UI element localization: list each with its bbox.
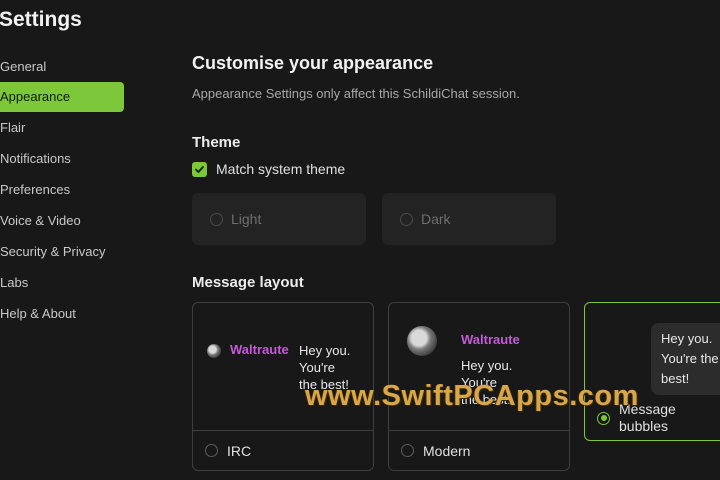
sidebar-item-flair[interactable]: Flair <box>0 113 124 143</box>
sidebar-item-label: Preferences <box>0 182 71 197</box>
theme-option-label: Dark <box>421 211 451 227</box>
sidebar-item-preferences[interactable]: Preferences <box>0 175 124 205</box>
theme-heading: Theme <box>192 134 241 151</box>
sidebar-item-label: Appearance <box>0 89 71 104</box>
light-radio[interactable] <box>210 212 223 226</box>
sidebar-item-labs[interactable]: Labs <box>0 268 124 298</box>
sidebar-item-label: Flair <box>0 120 26 135</box>
sidebar-item-label: Security & Privacy <box>0 244 106 259</box>
layout-option-label: Modern <box>423 442 471 459</box>
sidebar-item-voice-video[interactable]: Voice & Video <box>0 206 124 236</box>
sidebar-item-label: Help & About <box>0 306 76 321</box>
sidebar-item-label: Labs <box>0 275 29 290</box>
layout-option-irc[interactable]: IRC <box>193 430 373 470</box>
irc-radio[interactable] <box>205 444 218 457</box>
checkmark-icon <box>195 165 204 173</box>
sidebar-item-help-about[interactable]: Help & About <box>0 299 124 329</box>
layout-option-label: IRC <box>227 442 252 459</box>
sidebar-item-label: Voice & Video <box>0 213 81 228</box>
layout-option-modern[interactable]: Modern <box>389 430 569 470</box>
sidebar-item-notifications[interactable]: Notifications <box>0 144 124 174</box>
match-system-theme-row[interactable]: Match system theme <box>192 161 345 177</box>
match-system-theme-label: Match system theme <box>216 161 346 177</box>
sidebar-item-appearance[interactable]: Appearance <box>0 82 124 112</box>
sidebar-item-general[interactable]: General <box>0 52 124 82</box>
avatar <box>207 344 221 358</box>
modern-radio[interactable] <box>401 444 414 457</box>
avatar <box>407 326 437 356</box>
message-layout-heading: Message layout <box>192 274 304 291</box>
page-heading: Customise your appearance <box>192 53 434 73</box>
sender-name: Waltraute <box>230 342 289 357</box>
page-subheading: Appearance Settings only affect this Sch… <box>192 86 520 101</box>
match-system-theme-checkbox[interactable] <box>192 161 207 177</box>
theme-option-light[interactable]: Light <box>192 193 366 245</box>
watermark-overlay: www.SwiftPCApps.com <box>305 380 639 412</box>
sidebar-item-label: Notifications <box>0 151 71 166</box>
sidebar-item-label: General <box>0 59 47 74</box>
sidebar-item-security-privacy[interactable]: Security & Privacy <box>0 237 124 267</box>
sender-name: Waltraute <box>461 332 520 347</box>
sample-bubble: Hey you. You're the best! <box>651 323 720 395</box>
settings-title: Settings <box>0 8 82 31</box>
message-bubbles-radio[interactable] <box>597 411 610 425</box>
theme-option-dark[interactable]: Dark <box>382 193 556 245</box>
layout-card-message-bubbles[interactable]: Hey you. You're the best! Message bubble… <box>584 302 720 441</box>
dark-radio[interactable] <box>400 212 413 226</box>
theme-option-label: Light <box>231 211 262 227</box>
